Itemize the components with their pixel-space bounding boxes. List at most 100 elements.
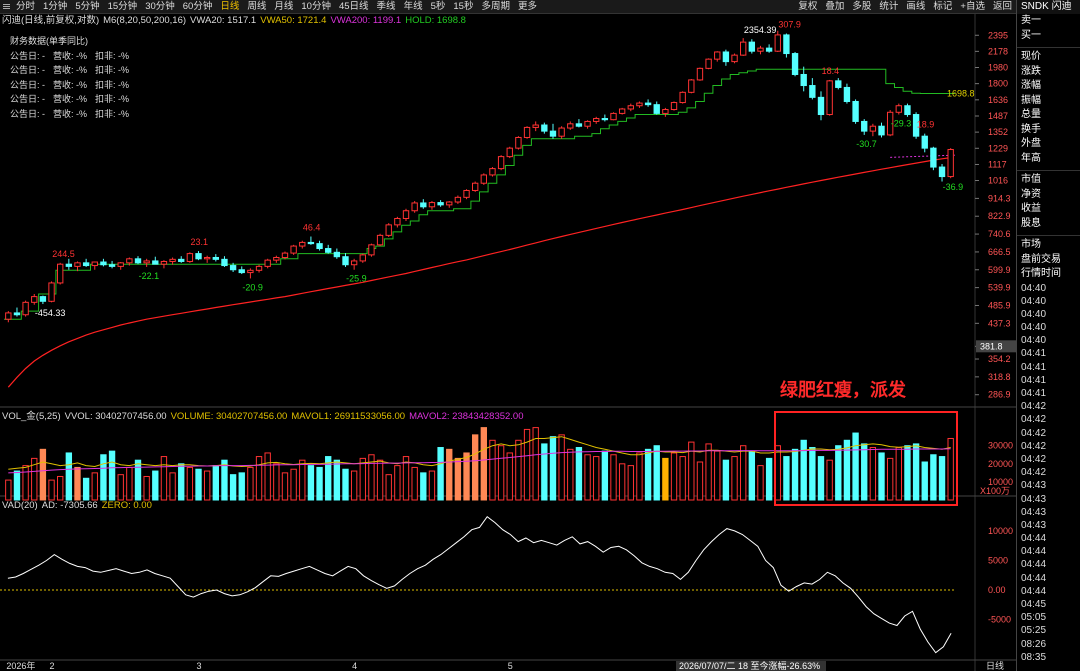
candle[interactable]	[5, 311, 12, 323]
candle[interactable]	[783, 33, 790, 58]
candle[interactable]	[342, 253, 349, 267]
candle[interactable]	[852, 99, 859, 124]
candle[interactable]	[108, 260, 116, 269]
candle[interactable]	[264, 258, 271, 269]
candle[interactable]	[203, 255, 211, 263]
candle[interactable]	[670, 101, 678, 111]
candle[interactable]	[255, 264, 263, 273]
candle[interactable]	[31, 293, 38, 305]
candle[interactable]	[835, 78, 842, 90]
candle[interactable]	[385, 223, 392, 237]
candle[interactable]	[195, 251, 202, 261]
candle[interactable]	[273, 255, 280, 263]
candle[interactable]	[117, 262, 124, 270]
candle[interactable]	[644, 99, 652, 107]
candle[interactable]	[765, 44, 773, 53]
candle[interactable]	[22, 300, 29, 317]
candle[interactable]	[636, 101, 643, 108]
candle[interactable]	[316, 240, 323, 251]
candle[interactable]	[947, 148, 954, 179]
candle[interactable]	[160, 260, 168, 269]
candle[interactable]	[91, 261, 98, 270]
candle[interactable]	[186, 252, 194, 263]
candle[interactable]	[791, 51, 799, 77]
quote-field-label[interactable]: 现价	[1017, 50, 1080, 65]
candle[interactable]	[627, 103, 634, 112]
candle[interactable]	[307, 236, 315, 245]
candle[interactable]	[601, 114, 609, 122]
candle[interactable]	[65, 258, 73, 270]
quote-field-label[interactable]: 股息	[1017, 217, 1080, 232]
quote-field-label[interactable]: 净资	[1017, 188, 1080, 203]
quote-field-label[interactable]: 振幅	[1017, 94, 1080, 109]
quote-field-label[interactable]: 市值	[1017, 173, 1080, 188]
candle[interactable]	[489, 167, 496, 177]
candle[interactable]	[437, 200, 444, 207]
candle[interactable]	[653, 101, 660, 115]
candle[interactable]	[506, 146, 513, 159]
candle[interactable]	[376, 233, 384, 247]
candle[interactable]	[938, 164, 946, 182]
candle[interactable]	[411, 201, 418, 213]
candle[interactable]	[921, 133, 928, 153]
candle[interactable]	[800, 66, 807, 92]
candle[interactable]	[394, 216, 401, 228]
candle[interactable]	[13, 307, 21, 317]
quote-field-label[interactable]: 涨幅	[1017, 79, 1080, 94]
quote-field-label[interactable]: 盘前交易	[1017, 253, 1080, 268]
quote-field-label[interactable]: 换手	[1017, 123, 1080, 138]
candle[interactable]	[143, 258, 150, 267]
candle[interactable]	[861, 119, 868, 135]
quote-field-label[interactable]: 行情时间	[1017, 267, 1080, 282]
candle[interactable]	[57, 262, 64, 285]
candle[interactable]	[731, 53, 738, 64]
candle[interactable]	[549, 123, 557, 139]
candle[interactable]	[930, 146, 937, 171]
candle[interactable]	[454, 195, 462, 204]
candle[interactable]	[593, 116, 600, 124]
candle[interactable]	[618, 107, 626, 115]
candle[interactable]	[809, 78, 816, 100]
candle[interactable]	[446, 201, 453, 208]
candle[interactable]	[350, 258, 358, 270]
candle[interactable]	[497, 155, 505, 171]
quote-field-label[interactable]: 外盘	[1017, 137, 1080, 152]
candle[interactable]	[826, 79, 833, 116]
candle[interactable]	[402, 208, 410, 222]
candle[interactable]	[567, 121, 574, 130]
candle[interactable]	[688, 79, 695, 94]
candle[interactable]	[757, 45, 764, 55]
candle[interactable]	[221, 256, 228, 267]
candle[interactable]	[541, 122, 548, 134]
candle[interactable]	[74, 261, 81, 272]
candle[interactable]	[420, 199, 427, 209]
quote-field-label[interactable]: 总量	[1017, 108, 1080, 123]
candle[interactable]	[134, 256, 142, 265]
quote-field-label[interactable]: 买一	[1017, 29, 1080, 44]
candle[interactable]	[299, 240, 306, 249]
candle[interactable]	[428, 201, 436, 210]
quote-field-label[interactable]: 市场	[1017, 238, 1080, 253]
candle[interactable]	[532, 121, 539, 132]
candle[interactable]	[471, 181, 479, 192]
candle[interactable]	[895, 103, 902, 115]
candle[interactable]	[610, 112, 617, 121]
candle[interactable]	[325, 244, 332, 254]
candle[interactable]	[463, 189, 470, 200]
quote-field-label[interactable]: 卖一	[1017, 14, 1080, 29]
quote-field-label[interactable]: 年高	[1017, 152, 1080, 167]
chart-canvas[interactable]: 2395 2178 1980 1800 1636 1487 1352 1229 1117 1016…	[0, 0, 1016, 671]
candle[interactable]	[705, 58, 712, 70]
candle[interactable]	[558, 126, 565, 139]
candle[interactable]	[843, 83, 851, 104]
candle[interactable]	[722, 49, 730, 66]
candle[interactable]	[480, 173, 488, 185]
candle[interactable]	[212, 254, 219, 262]
candle[interactable]	[178, 256, 185, 263]
candle[interactable]	[714, 51, 721, 62]
candle[interactable]	[515, 136, 522, 150]
candle[interactable]	[247, 268, 254, 279]
candle[interactable]	[584, 120, 591, 129]
candle[interactable]	[696, 67, 704, 81]
candle[interactable]	[904, 103, 911, 117]
